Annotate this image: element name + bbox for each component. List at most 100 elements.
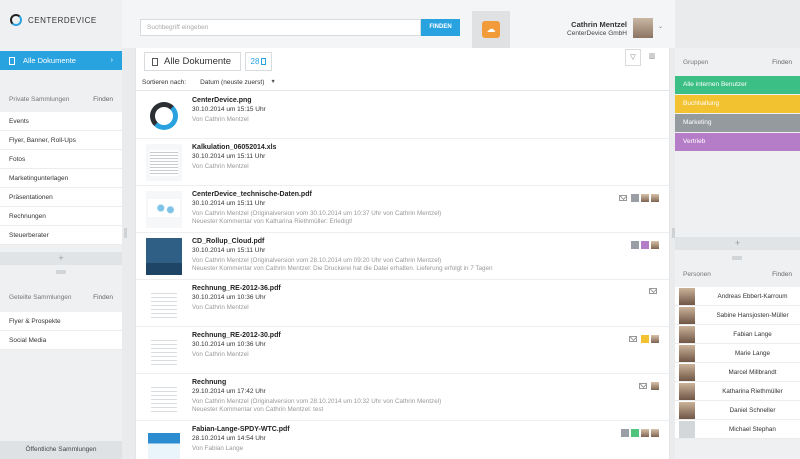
group-item[interactable]: Alle internen Benutzer xyxy=(675,76,800,94)
document-row[interactable]: CenterDevice.png 30.10.2014 um 15:15 Uhr V… xyxy=(136,92,669,139)
person-item[interactable]: Fabian Lange xyxy=(675,325,800,344)
persons-title: Personen xyxy=(683,270,711,278)
person-item[interactable]: Daniel Schneller xyxy=(675,401,800,420)
search-input[interactable]: Suchbegriff eingeben xyxy=(140,19,421,36)
person-item[interactable]: Andreas Ebbert-Karroum xyxy=(675,287,800,306)
person-avatar xyxy=(679,363,695,381)
group-badge xyxy=(641,335,649,343)
person-item[interactable]: Katharina Riethmüller xyxy=(675,382,800,401)
document-thumbnail[interactable] xyxy=(146,144,182,181)
collection-item[interactable]: Fotos xyxy=(0,150,122,169)
document-thumbnail[interactable] xyxy=(146,238,182,275)
document-thumbnail[interactable] xyxy=(146,379,182,416)
collection-item[interactable]: Social Media xyxy=(0,331,122,350)
document-row[interactable]: CenterDevice_technische-Daten.pdf 30.10.2… xyxy=(136,186,669,233)
document-name[interactable]: Rechnung_RE-2012-36.pdf xyxy=(192,285,281,292)
document-name[interactable]: Fabian-Lange-SPDY-WTC.pdf xyxy=(192,426,290,433)
document-thumbnail[interactable] xyxy=(146,97,182,134)
resize-handle[interactable] xyxy=(732,256,742,260)
chevron-down-icon[interactable]: ⌄ xyxy=(658,23,663,30)
document-name[interactable]: CenterDevice_technische-Daten.pdf xyxy=(192,191,312,198)
document-area: Alle Dokumente 28 ▽ ▥ Sortieren nach: Da… xyxy=(135,48,670,459)
logo[interactable]: CENTERDEVICE xyxy=(10,14,97,26)
add-private-collection-button[interactable]: + xyxy=(0,252,122,265)
collection-item[interactable]: Flyer & Prospekte xyxy=(0,312,122,331)
person-list: Andreas Ebbert-Karroum Sabine Hansjosten-… xyxy=(675,287,800,439)
user-avatar[interactable] xyxy=(633,18,653,38)
document-row[interactable]: Rechnung_RE-2012-36.pdf 30.10.2014 um 10:… xyxy=(136,280,669,327)
upload-button[interactable]: ☁ xyxy=(472,11,510,48)
document-comment: Neuester Kommentar von Cathrin Mentzel: … xyxy=(192,406,324,413)
person-item[interactable]: Marcel Millbrandt xyxy=(675,363,800,382)
document-count-value: 28 xyxy=(250,57,260,66)
collection-item[interactable]: Marketingunterlagen xyxy=(0,169,122,188)
left-splitter-handle[interactable] xyxy=(124,228,127,238)
person-item[interactable]: Marie Lange xyxy=(675,344,800,363)
groups-title: Gruppen xyxy=(683,58,709,66)
mail-icon xyxy=(619,195,627,201)
shared-collections-header: Geteilte Sammlungen Finden xyxy=(0,289,122,305)
document-icon xyxy=(9,56,15,65)
document-date: 28.10.2014 um 14:54 Uhr xyxy=(192,435,266,442)
add-group-button[interactable]: + xyxy=(675,237,800,250)
user-name[interactable]: Cathrin Mentzel xyxy=(571,20,627,29)
document-name[interactable]: Rechnung xyxy=(192,379,226,386)
shared-user-avatar xyxy=(651,194,659,202)
document-name[interactable]: CD_Rollup_Cloud.pdf xyxy=(192,238,264,245)
document-thumbnail[interactable] xyxy=(146,191,182,228)
person-item[interactable]: Michael Stephan xyxy=(675,420,800,439)
view-title: Alle Dokumente xyxy=(144,52,241,71)
person-name: Marcel Millbrandt xyxy=(728,368,777,376)
collection-item[interactable]: Präsentationen xyxy=(0,188,122,207)
all-documents-button[interactable]: Alle Dokumente › xyxy=(0,51,122,70)
private-collections-find-link[interactable]: Finden xyxy=(93,96,113,103)
document-date: 30.10.2014 um 15:11 Uhr xyxy=(192,200,266,207)
document-row[interactable]: Kalkulation_06052014.xls 30.10.2014 um 15… xyxy=(136,139,669,186)
document-row[interactable]: Fabian-Lange-SPDY-WTC.pdf 28.10.2014 um 1… xyxy=(136,421,669,459)
document-row[interactable]: Rechnung 29.10.2014 um 17:42 Uhr Von Cathr… xyxy=(136,374,669,421)
resize-handle[interactable] xyxy=(56,270,66,274)
groups-find-link[interactable]: Finden xyxy=(772,59,792,66)
document-thumbnail[interactable] xyxy=(146,285,182,322)
shared-collections-list: Flyer & Prospekte Social Media xyxy=(0,312,122,350)
collection-item[interactable]: Flyer, Banner, Roll-Ups xyxy=(0,131,122,150)
logo-text: CENTERDEVICE xyxy=(28,15,97,25)
mail-icon xyxy=(649,288,657,294)
main-toolbar: Alle Dokumente 28 ▽ ▥ xyxy=(136,48,669,74)
public-collections-button[interactable]: Öffentliche Sammlungen xyxy=(0,441,122,459)
group-item[interactable]: Vertrieb xyxy=(675,133,800,151)
persons-find-link[interactable]: Finden xyxy=(772,271,792,278)
mail-icon xyxy=(629,336,637,342)
view-title-label: Alle Dokumente xyxy=(164,56,232,67)
sort-select[interactable]: Datum (neuste zuerst) xyxy=(200,79,264,86)
document-badges xyxy=(639,382,659,390)
document-row[interactable]: Rechnung_RE-2012-30.pdf 30.10.2014 um 10:… xyxy=(136,327,669,374)
document-date: 30.10.2014 um 15:11 Uhr xyxy=(192,153,266,160)
document-meta: Von Cathrin Mentzel xyxy=(192,304,249,311)
user-company: CenterDevice GmbH xyxy=(567,30,627,37)
layout-toggle-button[interactable]: ▥ xyxy=(645,49,659,66)
search-button[interactable]: FINDEN xyxy=(421,19,460,36)
document-name[interactable]: Rechnung_RE-2012-30.pdf xyxy=(192,332,281,339)
document-meta: Von Cathrin Mentzel xyxy=(192,116,249,123)
document-row[interactable]: CD_Rollup_Cloud.pdf 30.10.2014 um 15:11 U… xyxy=(136,233,669,280)
document-thumbnail[interactable] xyxy=(146,426,182,459)
document-badges xyxy=(629,335,659,343)
collection-item[interactable]: Events xyxy=(0,112,122,131)
document-name[interactable]: Kalkulation_06052014.xls xyxy=(192,144,276,151)
shared-user-avatar xyxy=(641,429,649,437)
document-name[interactable]: CenterDevice.png xyxy=(192,97,252,104)
shared-collections-find-link[interactable]: Finden xyxy=(93,294,113,301)
chevron-down-icon[interactable]: ▼ xyxy=(270,79,275,85)
group-item[interactable]: Marketing xyxy=(675,114,800,132)
collection-item[interactable]: Steuerberater xyxy=(0,226,122,245)
groups-header: Gruppen Finden xyxy=(675,54,800,70)
person-item[interactable]: Sabine Hansjosten-Müller xyxy=(675,306,800,325)
group-item[interactable]: Buchhaltung xyxy=(675,95,800,113)
document-thumbnail[interactable] xyxy=(146,332,182,369)
collection-item[interactable]: Rechnungen xyxy=(0,207,122,226)
shared-collections-title: Geteilte Sammlungen xyxy=(9,293,72,301)
cloud-upload-icon: ☁ xyxy=(482,21,500,38)
person-avatar xyxy=(679,401,695,419)
filter-button[interactable]: ▽ xyxy=(625,49,641,66)
